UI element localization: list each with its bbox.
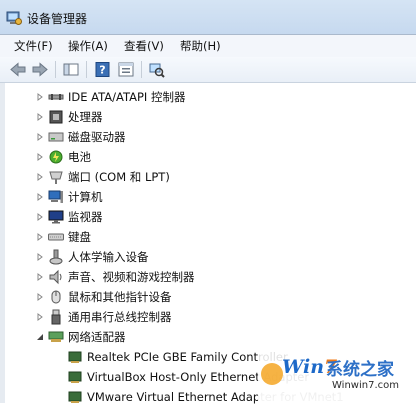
menu-file[interactable]: 文件(F) (12, 38, 55, 54)
expand-arrow-icon[interactable] (35, 292, 45, 302)
tree-item-label: 监视器 (68, 210, 103, 224)
tree-item-network-adapters[interactable]: 网络适配器 (35, 327, 126, 347)
tree-item-computer[interactable]: 计算机 (35, 187, 103, 207)
tree-item-sound-video[interactable]: 声音、视频和游戏控制器 (35, 267, 195, 287)
processor-icon (48, 109, 64, 125)
tree-item-label: 鼠标和其他指针设备 (68, 290, 172, 304)
tree-item-realtek-adapter[interactable]: Realtek PCIe GBE Family Controller (67, 347, 288, 367)
toolbar: ? (0, 57, 416, 83)
toolbar-separator (86, 61, 87, 78)
tree-item-label: 磁盘驱动器 (68, 130, 126, 144)
svg-text:?: ? (99, 64, 105, 77)
tree-item-label: 电池 (68, 150, 91, 164)
monitor-icon (48, 209, 64, 225)
tree-item-hid[interactable]: 人体学输入设备 (35, 247, 149, 267)
expand-arrow-icon[interactable] (35, 312, 45, 322)
device-manager-icon (6, 10, 22, 29)
forward-arrow-icon[interactable] (31, 61, 49, 78)
tree-item-label: 端口 (COM 和 LPT) (68, 170, 170, 184)
tree-item-label: IDE ATA/ATAPI 控制器 (68, 90, 186, 104)
tree-item-label: 处理器 (68, 110, 103, 124)
tree-item-battery[interactable]: 电池 (35, 147, 91, 167)
back-arrow-icon[interactable] (9, 61, 27, 78)
watermark-swirl-icon (261, 363, 283, 385)
expand-arrow-icon[interactable] (35, 112, 45, 122)
expand-arrow-icon[interactable] (35, 212, 45, 222)
tree-item-label: 计算机 (68, 190, 103, 204)
network-adapter-icon (48, 329, 64, 345)
keyboard-icon (48, 229, 64, 245)
watermark-url: Winwin7.com (332, 380, 399, 391)
expand-arrow-icon[interactable] (35, 252, 45, 262)
network-card-icon (67, 369, 83, 385)
expand-arrow-icon[interactable] (35, 152, 45, 162)
tree-item-ports[interactable]: 端口 (COM 和 LPT) (35, 167, 170, 187)
tree-item-keyboards[interactable]: 键盘 (35, 227, 91, 247)
expand-arrow-icon[interactable] (35, 232, 45, 242)
tree-item-label: 网络适配器 (68, 330, 126, 344)
properties-icon[interactable] (117, 61, 135, 78)
ide-controller-icon (48, 89, 64, 105)
window-title: 设备管理器 (27, 12, 88, 26)
battery-icon (48, 149, 64, 165)
menu-view[interactable]: 查看(V) (122, 38, 166, 54)
human-interface-device-icon (48, 249, 64, 265)
tree-item-monitors[interactable]: 监视器 (35, 207, 103, 227)
expand-arrow-icon[interactable] (35, 272, 45, 282)
title-bar: 设备管理器 (0, 0, 416, 35)
disk-drive-icon (48, 129, 64, 145)
usb-icon (48, 309, 64, 325)
menu-help[interactable]: 帮助(H) (178, 38, 223, 54)
watermark-site-name: 系统之家 (326, 360, 394, 380)
expand-arrow-icon[interactable] (35, 92, 45, 102)
tree-item-usb[interactable]: 通用串行总线控制器 (35, 307, 172, 327)
expand-arrow-icon[interactable] (35, 132, 45, 142)
scan-hardware-changes-icon[interactable] (148, 61, 166, 78)
show-hide-console-tree-icon[interactable] (62, 61, 80, 78)
tree-item-label: 键盘 (68, 230, 91, 244)
collapse-arrow-icon[interactable] (35, 332, 45, 342)
expand-arrow-icon[interactable] (35, 172, 45, 182)
tree-item-label: 声音、视频和游戏控制器 (68, 270, 195, 284)
tree-item-label: 通用串行总线控制器 (68, 310, 172, 324)
tree-item-mice[interactable]: 鼠标和其他指针设备 (35, 287, 172, 307)
mouse-icon (48, 289, 64, 305)
computer-icon (48, 189, 64, 205)
tree-item-disk-drives[interactable]: 磁盘驱动器 (35, 127, 126, 147)
port-icon (48, 169, 64, 185)
speaker-icon (48, 269, 64, 285)
menu-bar: 文件(F) 操作(A) 查看(V) 帮助(H) (0, 35, 416, 58)
tree-item-processor[interactable]: 处理器 (35, 107, 103, 127)
network-card-icon (67, 349, 83, 365)
toolbar-separator (141, 61, 142, 78)
menu-action[interactable]: 操作(A) (66, 38, 110, 54)
help-icon[interactable]: ? (94, 61, 112, 78)
expand-arrow-icon[interactable] (35, 192, 45, 202)
tree-item-ide-controller[interactable]: IDE ATA/ATAPI 控制器 (35, 87, 185, 107)
tree-item-label: 人体学输入设备 (68, 250, 149, 264)
toolbar-separator (55, 61, 56, 78)
